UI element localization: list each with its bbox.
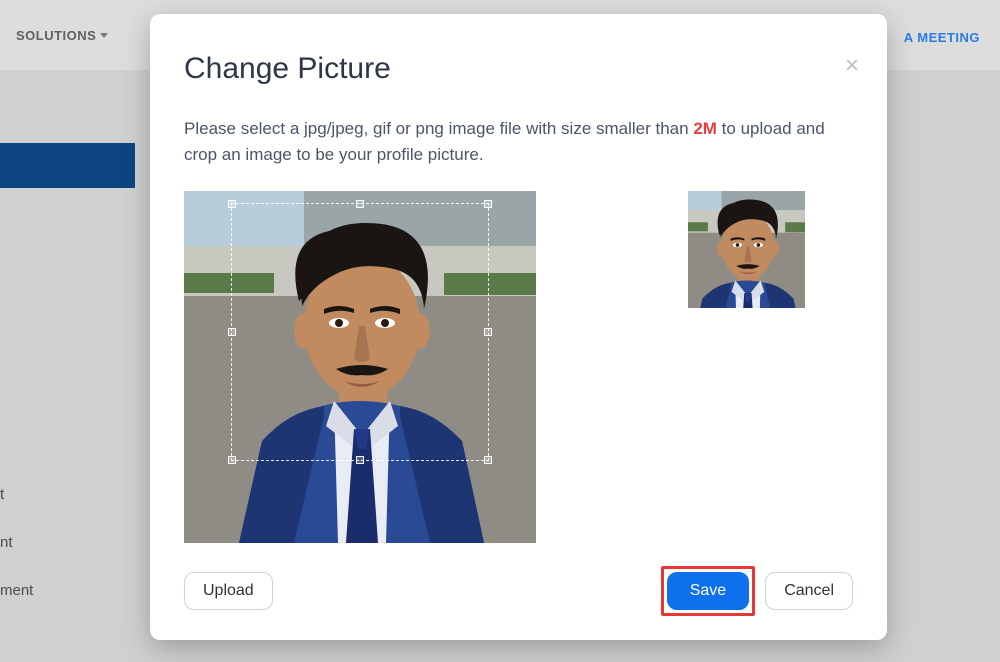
modal-description: Please select a jpg/jpeg, gif or png ima… [184, 116, 853, 169]
modal-footer: Upload Save Cancel [184, 566, 853, 616]
upload-button[interactable]: Upload [184, 572, 273, 610]
crop-handle-top-left[interactable] [228, 200, 236, 208]
crop-preview [688, 191, 805, 308]
image-row [184, 191, 853, 543]
crop-handle-bottom-left[interactable] [228, 456, 236, 464]
close-icon[interactable]: × [845, 54, 859, 78]
max-size: 2M [693, 119, 717, 138]
crop-handle-top-right[interactable] [484, 200, 492, 208]
crop-handle-bottom-right[interactable] [484, 456, 492, 464]
save-button[interactable]: Save [667, 572, 749, 610]
desc-pre: Please select a jpg/jpeg, gif or png ima… [184, 119, 693, 138]
crop-handle-bottom-mid[interactable] [356, 456, 364, 464]
crop-handle-mid-left[interactable] [228, 328, 236, 336]
crop-area[interactable] [184, 191, 536, 543]
save-highlight-box: Save [661, 566, 755, 616]
modal-title: Change Picture [184, 52, 853, 86]
crop-selection[interactable] [231, 203, 489, 461]
crop-handle-top-mid[interactable] [356, 200, 364, 208]
change-picture-modal: × Change Picture Please select a jpg/jpe… [150, 14, 887, 640]
cancel-button[interactable]: Cancel [765, 572, 853, 610]
crop-handle-mid-right[interactable] [484, 328, 492, 336]
